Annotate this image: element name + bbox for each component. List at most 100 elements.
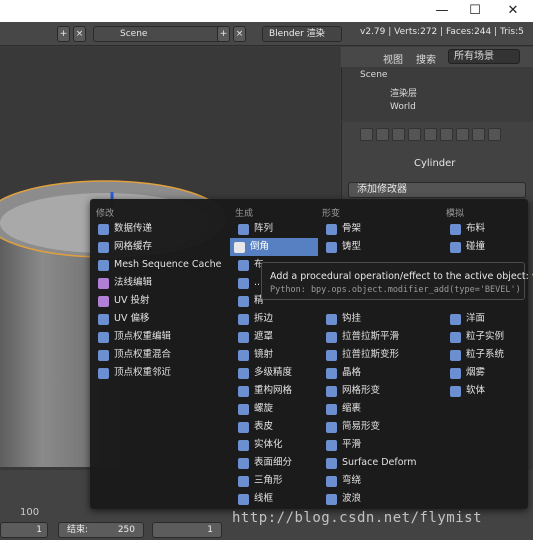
menu-item-label: 顶点权重邻近 (114, 367, 172, 378)
tooltip-description: Add a procedural operation/effect to the… (270, 268, 533, 282)
menu-item-hook[interactable]: 钩挂 (322, 310, 442, 328)
menu-item-cast[interactable]: 铸型 (322, 238, 442, 256)
menu-item-vertex-weight-proximity[interactable]: 顶点权重邻近 (94, 364, 226, 382)
decimate-icon (238, 296, 249, 307)
menu-item-subdivision-surface[interactable]: 表面细分 (234, 454, 318, 472)
menu-item-mesh-sequence-cache[interactable]: Mesh Sequence Cache (94, 256, 226, 274)
constraints-tab-icon[interactable] (440, 128, 453, 141)
modifiers-tab-icon[interactable] (456, 128, 469, 141)
smoke-icon (450, 368, 461, 379)
outliner-header: 视图 搜索 所有场景 (341, 47, 533, 67)
menu-item-smooth[interactable]: 平滑 (322, 436, 442, 454)
add-scene-icon[interactable]: + (217, 26, 230, 42)
render-engine-select[interactable]: Blender 渲染 (262, 26, 342, 42)
watermark: http://blog.csdn.net/flymist (232, 510, 483, 526)
menu-item-label: 线框 (254, 493, 274, 504)
menu-item-label: 布料 (466, 223, 486, 234)
data-tab-icon[interactable] (472, 128, 485, 141)
scene-tab-icon[interactable] (392, 128, 405, 141)
bevel-icon (234, 242, 245, 253)
menu-item-warp[interactable]: 弯绕 (322, 472, 442, 490)
menu-item-particle-system[interactable]: 粒子系统 (446, 346, 524, 364)
menu-item-label: 波浪 (342, 493, 362, 504)
start-frame-field[interactable]: 1 (0, 522, 48, 538)
tooltip: Add a procedural operation/effect to the… (261, 262, 533, 300)
menu-item-label: 晶格 (342, 367, 362, 378)
menu-item-label: 钩挂 (342, 313, 362, 324)
current-frame-field[interactable]: 1 (152, 522, 222, 538)
menu-item-vertex-weight-edit[interactable]: 顶点权重编辑 (94, 328, 226, 346)
menu-item-soft-body[interactable]: 软体 (446, 382, 524, 400)
menu-item-mesh-deform[interactable]: 网格形变 (322, 382, 442, 400)
menu-item-particle-instance[interactable]: 粒子实例 (446, 328, 524, 346)
column-deform-header: 形变 (322, 209, 341, 219)
menu-item-vertex-weight-mix[interactable]: 顶点权重混合 (94, 346, 226, 364)
scene-selector[interactable]: Scene (93, 26, 229, 42)
ocean-icon (450, 314, 461, 325)
menu-item-label: Surface Deform (342, 457, 417, 468)
menu-item-surface-deform[interactable]: Surface Deform (322, 454, 442, 472)
menu-item-ocean[interactable]: 洋面 (446, 310, 524, 328)
menu-item-label: 粒子实例 (466, 331, 505, 342)
mirror-icon (238, 350, 249, 361)
lattice-icon (326, 368, 337, 379)
menu-item-wave[interactable]: 波浪 (322, 490, 442, 508)
outliner-view-menu[interactable]: 视图 (383, 51, 403, 66)
menu-item-simple-deform[interactable]: 简易形变 (322, 418, 442, 436)
remove-scene-icon[interactable]: × (233, 26, 246, 42)
menu-item-uv-warp[interactable]: UV 偏移 (94, 310, 226, 328)
close-button[interactable]: ✕ (501, 3, 525, 19)
menu-item-bevel[interactable]: 倒角 (230, 238, 318, 256)
minimize-button[interactable]: — (430, 3, 454, 19)
menu-item-collision[interactable]: 碰撞 (446, 238, 524, 256)
menu-item-edge-split[interactable]: 拆边 (234, 310, 318, 328)
outliner-row-scene[interactable]: Scene (360, 70, 387, 80)
menu-item-skin[interactable]: 表皮 (234, 418, 318, 436)
menu-item-multiresolution[interactable]: 多级精度 (234, 364, 318, 382)
menu-item-normal-edit[interactable]: 法线编辑 (94, 274, 226, 292)
menu-item-smoke[interactable]: 烟雾 (446, 364, 524, 382)
menu-item-label: 多级精度 (254, 367, 293, 378)
menu-item-remesh[interactable]: 重构网格 (234, 382, 318, 400)
menu-item-laplacian-deform[interactable]: 拉普拉斯变形 (322, 346, 442, 364)
menu-item-mirror[interactable]: 镜射 (234, 346, 318, 364)
outliner-search-menu[interactable]: 搜索 (416, 51, 436, 66)
menu-item-label: 骨架 (342, 223, 362, 234)
menu-item-shrinkwrap[interactable]: 缩裹 (322, 400, 442, 418)
menu-item-cloth[interactable]: 布料 (446, 220, 524, 238)
add-screen-icon[interactable]: + (57, 26, 70, 42)
mesh-cache-icon (98, 242, 109, 253)
screw-icon (238, 404, 249, 415)
data-transfer-icon (98, 224, 109, 235)
vertex-weight-icon (98, 350, 109, 361)
object-tab-icon[interactable] (424, 128, 437, 141)
world-tab-icon[interactable] (408, 128, 421, 141)
menu-item-screw[interactable]: 螺旋 (234, 400, 318, 418)
outliner-filter-select[interactable]: 所有场景 (448, 49, 520, 64)
outliner-row-world[interactable]: World (390, 102, 416, 112)
menu-item-lattice[interactable]: 晶格 (322, 364, 442, 382)
render-layers-tab-icon[interactable] (376, 128, 389, 141)
normal-edit-icon (98, 278, 109, 289)
menu-item-uv-project[interactable]: UV 投射 (94, 292, 226, 310)
remove-screen-icon[interactable]: × (73, 26, 86, 42)
smooth-icon (326, 440, 337, 451)
menu-item-armature[interactable]: 骨架 (322, 220, 442, 238)
maximize-button[interactable]: ☐ (463, 3, 487, 19)
menu-item-mesh-cache[interactable]: 网格缓存 (94, 238, 226, 256)
menu-item-solidify[interactable]: 实体化 (234, 436, 318, 454)
info-header: + × Scene + × Blender 渲染 v2.79 | Verts:2… (0, 22, 533, 46)
render-tab-icon[interactable] (360, 128, 373, 141)
end-frame-field[interactable]: 结束: 250 (58, 522, 144, 538)
menu-item-data-transfer[interactable]: 数据传递 (94, 220, 226, 238)
menu-item-wireframe[interactable]: 线框 (234, 490, 318, 508)
add-modifier-dropdown[interactable]: 添加修改器 (348, 182, 526, 198)
hook-icon (326, 314, 337, 325)
menu-item-label: Mesh Sequence Cache (114, 259, 222, 270)
material-tab-icon[interactable] (488, 128, 501, 141)
menu-item-laplacian-smooth[interactable]: 拉普拉斯平滑 (322, 328, 442, 346)
menu-item-array[interactable]: 阵列 (234, 220, 318, 238)
outliner-row-render-layer[interactable]: 渲染层 (390, 86, 417, 99)
menu-item-triangulate[interactable]: 三角形 (234, 472, 318, 490)
menu-item-mask[interactable]: 遮罩 (234, 328, 318, 346)
